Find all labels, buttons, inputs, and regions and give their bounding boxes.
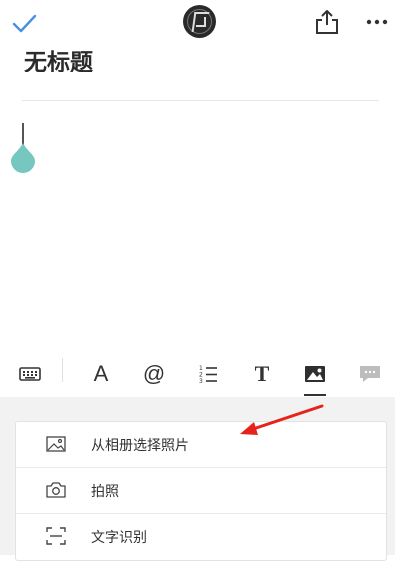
ordered-list-icon: 1 2 3 <box>199 365 217 384</box>
top-bar <box>0 0 395 50</box>
active-tab-indicator <box>304 394 326 396</box>
comment-button[interactable] <box>357 358 383 390</box>
font-icon: A <box>93 361 109 386</box>
font-button[interactable]: A <box>88 358 114 390</box>
scan-icon <box>46 527 66 545</box>
check-icon[interactable] <box>12 12 38 36</box>
share-icon[interactable] <box>314 8 340 36</box>
note-title[interactable]: 无标题 <box>24 44 93 72</box>
text-style-icon: T <box>254 361 270 386</box>
keyboard-icon <box>19 367 41 381</box>
svg-text:3: 3 <box>199 378 203 384</box>
image-icon <box>305 366 325 382</box>
menu-item-label: 文字识别 <box>91 530 147 546</box>
image-button[interactable] <box>303 358 327 390</box>
avatar[interactable] <box>183 5 216 38</box>
cursor-handle-icon[interactable] <box>11 143 35 173</box>
keyboard-button[interactable] <box>17 358 43 390</box>
toolbar-separator <box>62 358 63 382</box>
annotation-arrow-icon <box>240 404 324 435</box>
format-toolbar: A @ 1 2 3 T <box>0 352 395 396</box>
menu-item-label: 从相册选择照片 <box>91 438 189 454</box>
image-menu: 从相册选择照片 拍照 文字识别 <box>15 421 387 561</box>
mention-button[interactable]: @ <box>140 358 168 390</box>
title-divider <box>22 100 379 101</box>
more-icon[interactable] <box>365 12 389 32</box>
menu-item-ocr[interactable]: 文字识别 <box>16 514 386 559</box>
avatar-glyph-detail <box>196 17 206 27</box>
menu-item-camera[interactable]: 拍照 <box>16 468 386 513</box>
album-icon <box>46 436 66 452</box>
menu-item-label: 拍照 <box>91 484 119 500</box>
ordered-list-button[interactable]: 1 2 3 <box>196 358 220 390</box>
at-icon: @ <box>142 361 166 386</box>
menu-item-album[interactable]: 从相册选择照片 <box>16 422 386 467</box>
text-cursor <box>22 123 24 145</box>
comment-icon <box>360 366 380 382</box>
text-style-button[interactable]: T <box>249 358 275 390</box>
camera-icon <box>46 482 66 498</box>
